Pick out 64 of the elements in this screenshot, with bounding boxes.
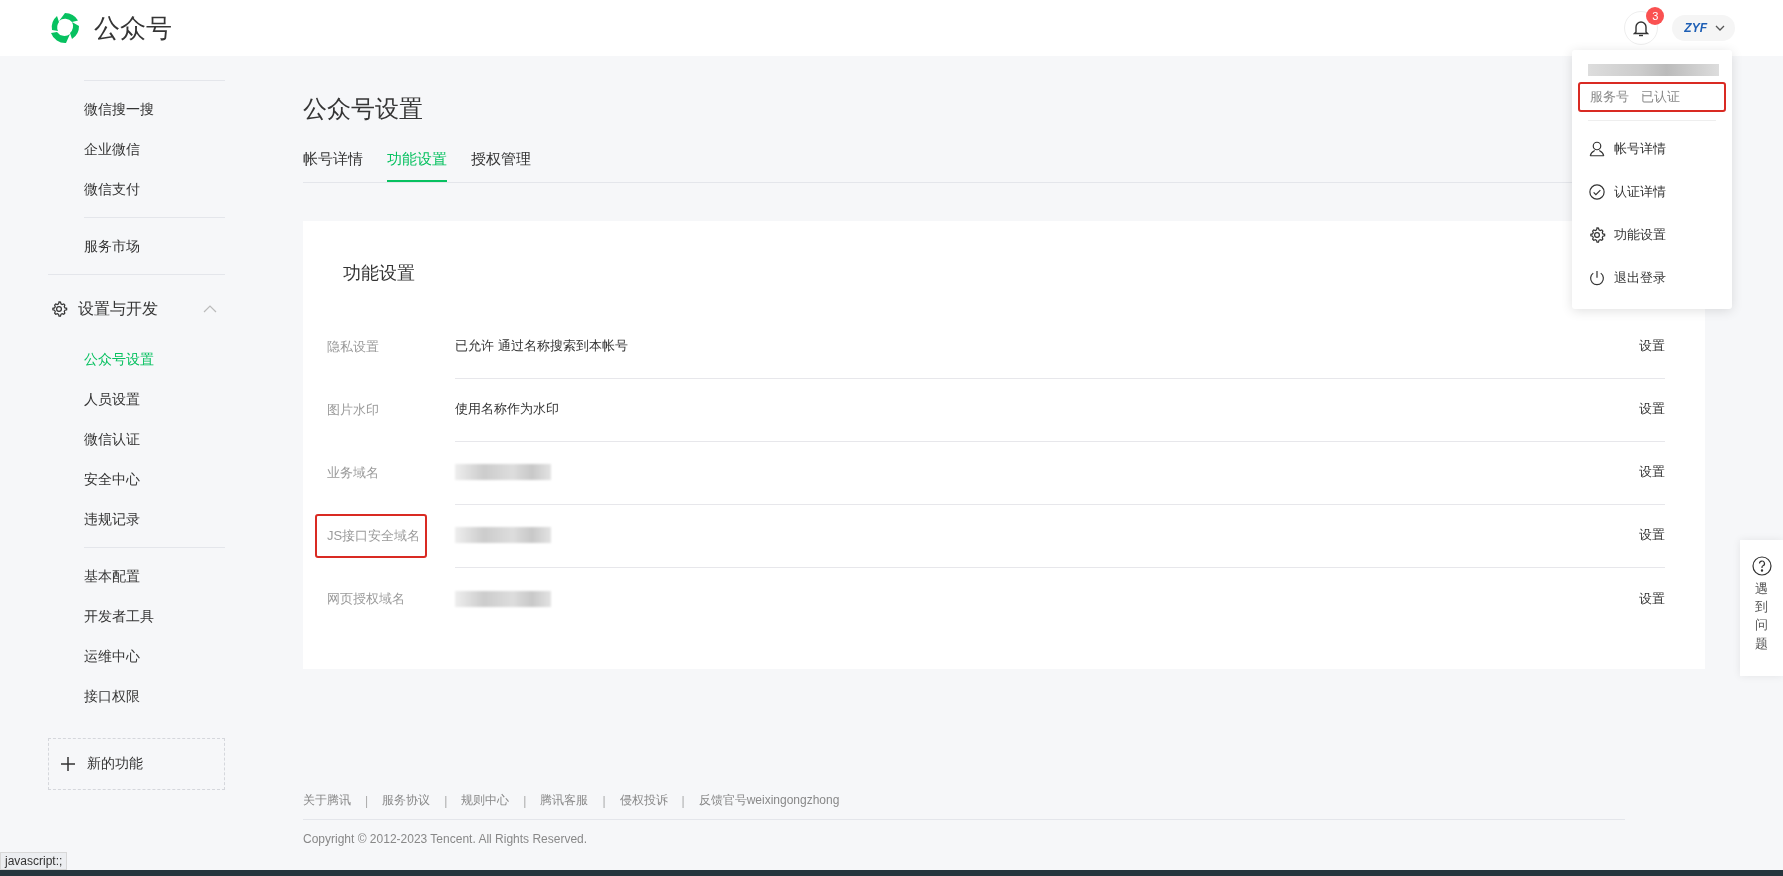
sidebar-section[interactable]: 设置与开发 xyxy=(78,298,193,320)
plus-icon xyxy=(61,757,75,771)
dropdown-item[interactable]: 退出登录 xyxy=(1572,256,1732,299)
sidebar-item[interactable]: 安全中心 xyxy=(84,459,225,499)
sidebar-item[interactable]: 服务市场 xyxy=(84,226,225,266)
setting-link[interactable]: 设置 xyxy=(1639,337,1665,355)
sidebar-item[interactable]: 基本配置 xyxy=(84,556,225,596)
notification-badge: 3 xyxy=(1646,7,1665,25)
setting-label: 图片水印 xyxy=(326,400,380,419)
setting-label: 业务域名 xyxy=(326,463,380,482)
setting-link[interactable]: 设置 xyxy=(1639,400,1665,418)
check-circle-icon xyxy=(1588,182,1606,201)
logo-icon xyxy=(48,11,82,45)
setting-label: 网页授权域名 xyxy=(326,589,406,608)
sidebar-item[interactable]: 违规记录 xyxy=(84,499,225,539)
setting-value: 使用名称作为水印 xyxy=(455,400,560,418)
status-tooltip: javascript:; xyxy=(0,852,68,870)
card-title: 功能设置 xyxy=(343,262,415,285)
footer-link[interactable]: 反馈官号weixingongzhong xyxy=(698,792,840,809)
sidebar-item[interactable]: 运维中心 xyxy=(84,636,225,676)
sidebar-item[interactable]: 微信支付 xyxy=(84,169,225,209)
verification-status: 已认证 xyxy=(1641,88,1680,106)
separator: | xyxy=(523,793,527,808)
footer-link[interactable]: 服务协议 xyxy=(382,792,431,809)
new-feature-button[interactable]: 新的功能 xyxy=(48,738,225,790)
settings-icon xyxy=(1588,225,1606,244)
gear-icon xyxy=(50,300,68,318)
separator: | xyxy=(602,793,606,808)
setting-label: 隐私设置 xyxy=(326,337,380,356)
footer-link[interactable]: 腾讯客服 xyxy=(540,792,589,809)
sidebar-item[interactable]: 接口权限 xyxy=(84,676,225,716)
notification-button[interactable] xyxy=(1624,11,1659,45)
footer-link[interactable]: 关于腾讯 xyxy=(303,792,351,809)
sidebar-item[interactable]: 微信搜一搜 xyxy=(84,89,225,129)
setting-link[interactable]: 设置 xyxy=(1639,463,1665,481)
help-icon xyxy=(1751,556,1772,576)
footer-link[interactable]: 侵权投诉 xyxy=(619,792,668,809)
account-menu-button[interactable]: ZYF xyxy=(1672,15,1735,41)
tab[interactable]: 帐号详情 xyxy=(303,140,363,182)
separator: | xyxy=(444,793,448,808)
sidebar-item[interactable]: 企业微信 xyxy=(84,129,225,169)
setting-value: 已允许 通过名称搜索到本帐号 xyxy=(455,337,629,355)
copyright-text: Copyright © 2012-2023 Tencent. All Rights Reserved. xyxy=(303,831,589,846)
dropdown-item[interactable]: 帐号详情 xyxy=(1572,127,1732,170)
sidebar-item[interactable]: 人员设置 xyxy=(84,379,225,419)
person-icon xyxy=(1588,139,1606,158)
dropdown-item[interactable]: 认证详情 xyxy=(1572,170,1732,213)
sidebar-item[interactable]: 开发者工具 xyxy=(84,596,225,636)
dropdown-item[interactable]: 功能设置 xyxy=(1572,213,1732,256)
logo-text: 公众号 xyxy=(94,11,172,45)
separator: | xyxy=(681,793,685,808)
help-panel[interactable]: 遇到问题 xyxy=(1740,540,1783,676)
power-icon xyxy=(1588,268,1606,287)
tab[interactable]: 授权管理 xyxy=(471,140,531,182)
setting-link[interactable]: 设置 xyxy=(1639,526,1665,544)
footer-link[interactable]: 规则中心 xyxy=(461,792,510,809)
separator: | xyxy=(365,793,369,808)
chevron-down-icon xyxy=(1715,25,1725,31)
bell-icon xyxy=(1633,19,1650,37)
account-type: 服务号 xyxy=(1590,88,1629,106)
page-title: 公众号设置 xyxy=(303,94,423,124)
setting-link[interactable]: 设置 xyxy=(1639,589,1665,608)
setting-label: JS接口安全域名 xyxy=(315,513,428,558)
sidebar-item[interactable]: 微信认证 xyxy=(84,419,225,459)
